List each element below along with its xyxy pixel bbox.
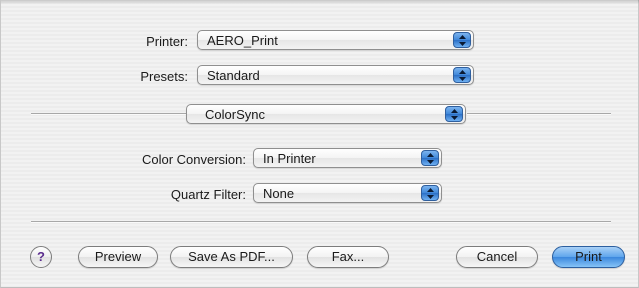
updown-arrows-icon	[453, 32, 471, 48]
separator-right	[467, 113, 611, 115]
help-button[interactable]: ?	[30, 246, 52, 268]
save-as-pdf-button[interactable]: Save As PDF...	[170, 246, 293, 268]
color-conversion-popup[interactable]: In Printer	[253, 148, 442, 168]
presets-label: Presets:	[140, 69, 188, 84]
print-dialog-sheet: Printer: AERO_Print Presets: Standard Co…	[0, 0, 639, 288]
separator-bottom	[31, 221, 611, 223]
updown-arrows-icon	[453, 67, 471, 83]
panel-value: ColorSync	[205, 107, 265, 122]
presets-popup[interactable]: Standard	[197, 65, 474, 85]
print-button[interactable]: Print	[552, 246, 625, 268]
color-conversion-label: Color Conversion:	[141, 152, 246, 167]
cancel-button[interactable]: Cancel	[456, 246, 538, 268]
fax-button[interactable]: Fax...	[307, 246, 389, 268]
printer-label: Printer:	[146, 34, 188, 49]
presets-value: Standard	[207, 68, 260, 83]
separator-left	[31, 113, 186, 115]
printer-value: AERO_Print	[207, 33, 278, 48]
updown-arrows-icon	[421, 150, 439, 166]
quartz-filter-popup[interactable]: None	[253, 183, 442, 203]
quartz-filter-value: None	[263, 186, 295, 201]
updown-arrows-icon	[421, 185, 439, 201]
preview-button[interactable]: Preview	[78, 246, 158, 268]
panel-popup[interactable]: ColorSync	[186, 104, 466, 124]
sheet-top-shadow	[1, 0, 639, 4]
quartz-filter-label: Quartz Filter:	[170, 187, 246, 202]
updown-arrows-icon	[445, 106, 463, 122]
color-conversion-value: In Printer	[263, 151, 316, 166]
printer-popup[interactable]: AERO_Print	[197, 30, 474, 50]
